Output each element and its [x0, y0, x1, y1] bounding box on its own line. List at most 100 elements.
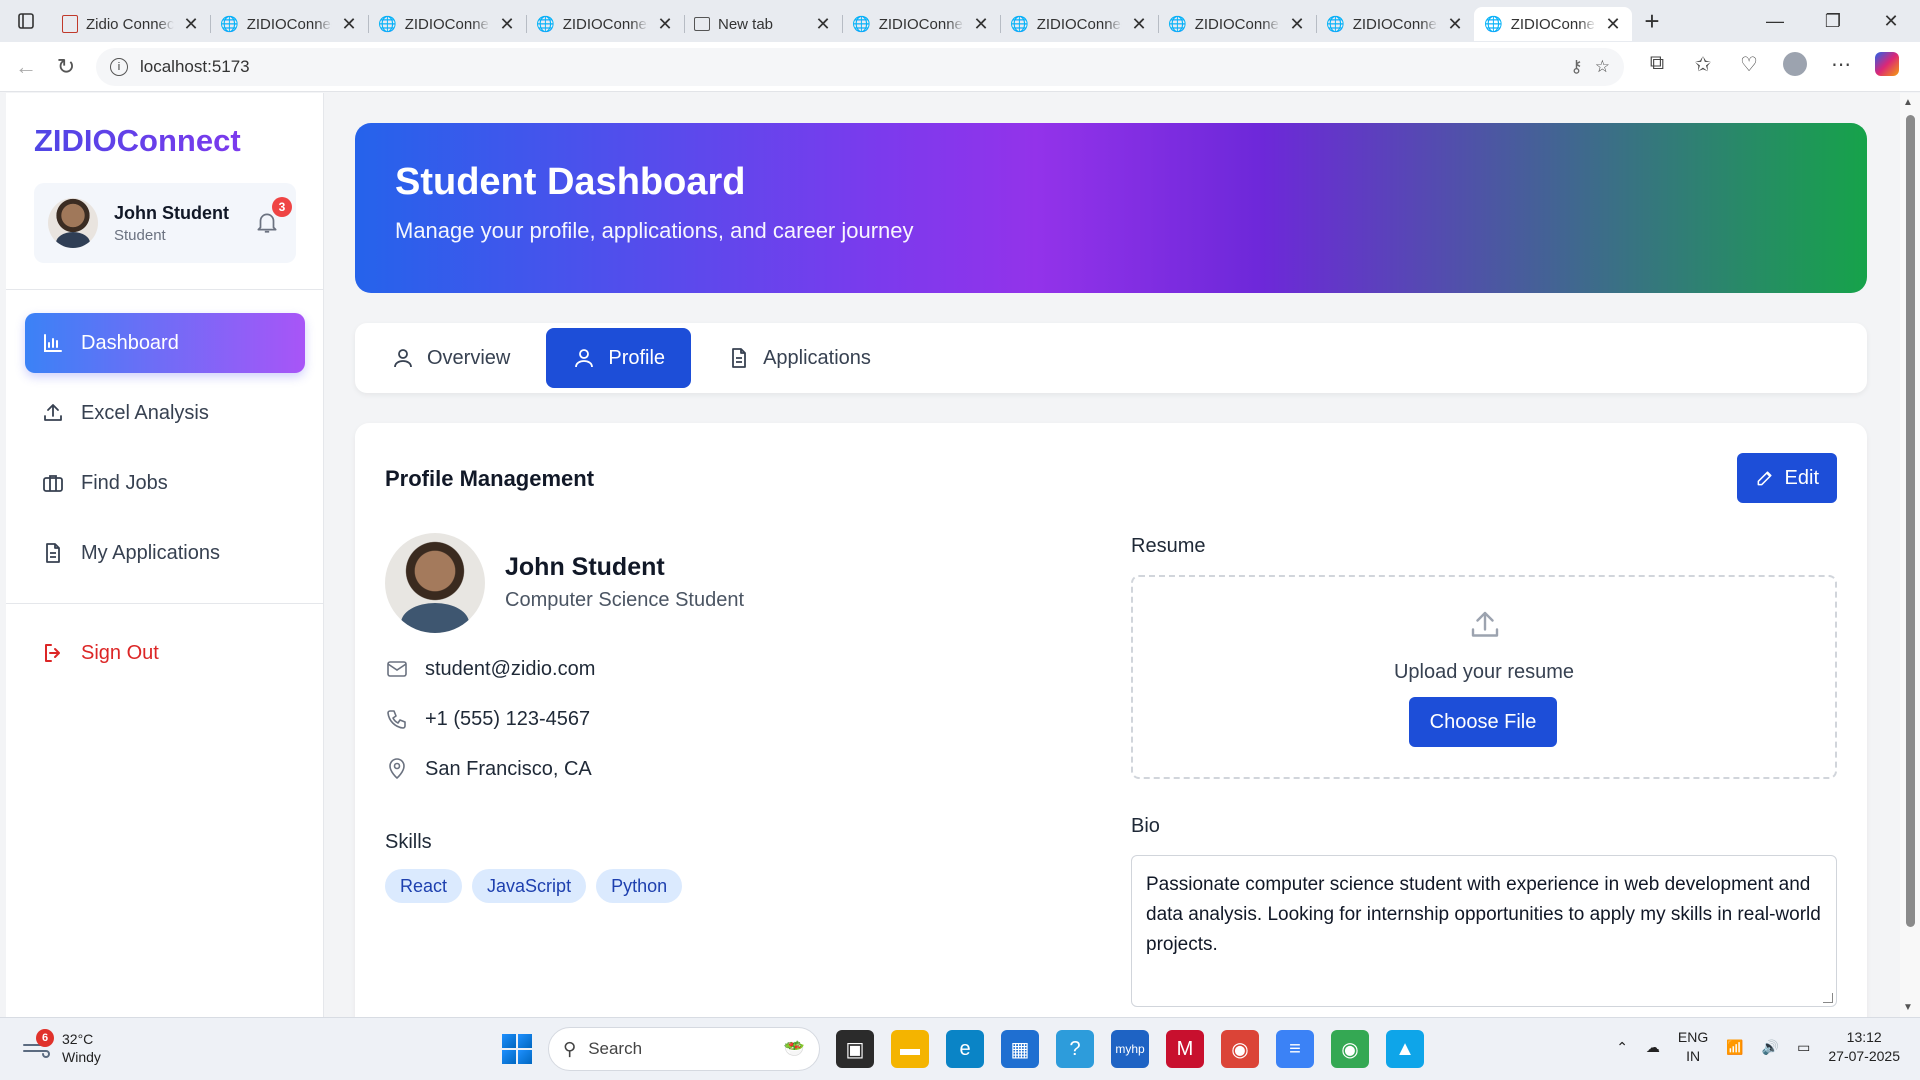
bio-textarea[interactable]: Passionate computer science student with…: [1131, 855, 1837, 1007]
sidebar: ZIDIOConnect John Student Student 3 Dash…: [6, 93, 324, 1017]
close-window-icon[interactable]: ✕: [1862, 11, 1920, 32]
tab-applications[interactable]: Applications: [701, 328, 897, 388]
chrome-icon[interactable]: ◉: [1221, 1030, 1259, 1068]
more-menu-icon[interactable]: ⋯: [1822, 52, 1860, 82]
browser-tab[interactable]: 🌐 ZIDIOConnect ✕: [526, 7, 684, 41]
taskbar-apps: ▣ ▬ e ▦ ? myhp M ◉ ≡ ◉ ▲: [836, 1030, 1424, 1068]
bar-chart-icon: [44, 334, 62, 352]
tab-title: ZIDIOConnect: [404, 15, 490, 33]
tab-actions-button[interactable]: [0, 0, 52, 42]
key-icon[interactable]: ⚷: [1570, 57, 1582, 77]
info-icon[interactable]: i: [110, 57, 128, 76]
close-tab-icon[interactable]: ✕: [182, 14, 200, 35]
tab-overview[interactable]: Overview: [365, 328, 536, 388]
sidebar-item-label: Excel Analysis: [81, 401, 209, 424]
language-code: ENG: [1677, 1029, 1709, 1045]
browser-tab[interactable]: 🌐 ZIDIOConnect ✕: [368, 7, 526, 41]
sidebar-item-find-jobs[interactable]: Find Jobs: [25, 453, 305, 513]
task-view-icon[interactable]: ▣: [836, 1030, 874, 1068]
favorites-icon[interactable]: ✩: [1684, 52, 1722, 82]
globe-icon: 🌐: [1484, 16, 1503, 33]
volume-icon[interactable]: 🔊: [1762, 1039, 1779, 1056]
sidebar-item-my-applications[interactable]: My Applications: [25, 523, 305, 583]
extensions-icon[interactable]: ⧉: [1638, 52, 1676, 82]
maximize-icon[interactable]: ❐: [1804, 11, 1862, 32]
resize-handle-icon[interactable]: [1823, 993, 1833, 1003]
edit-button[interactable]: Edit: [1736, 453, 1837, 503]
sidebar-item-dashboard[interactable]: Dashboard: [25, 313, 305, 373]
browser-tab-active[interactable]: 🌐 ZIDIOConnect ✕: [1474, 7, 1632, 41]
browser-tab[interactable]: New tab ✕: [684, 7, 842, 41]
profile-avatar-icon[interactable]: [1776, 51, 1814, 82]
weather-temp: 32°C: [62, 1031, 94, 1047]
clock[interactable]: 13:12 27-07-2025: [1828, 1028, 1900, 1066]
close-tab-icon[interactable]: ✕: [1288, 14, 1306, 35]
globe-icon: 🌐: [1168, 16, 1187, 33]
chrome-profile-icon[interactable]: ◉: [1331, 1030, 1369, 1068]
user-icon: [575, 349, 594, 368]
close-tab-icon[interactable]: ✕: [498, 14, 516, 35]
file-explorer-icon[interactable]: ▬: [891, 1030, 929, 1068]
url-field[interactable]: i localhost:5173 ⚷ ☆: [96, 47, 1624, 86]
sign-out-button[interactable]: Sign Out: [25, 623, 305, 683]
close-tab-icon[interactable]: ✕: [1130, 14, 1148, 35]
sidebar-item-excel-analysis[interactable]: Excel Analysis: [25, 383, 305, 443]
taskbar-search[interactable]: ⚲ Search 🥗: [548, 1027, 820, 1071]
scrollbar-thumb[interactable]: [1906, 115, 1915, 927]
new-tab-button[interactable]: +: [1632, 6, 1672, 37]
sidebar-item-label: Dashboard: [81, 331, 179, 354]
close-tab-icon[interactable]: ✕: [814, 14, 832, 35]
close-tab-icon[interactable]: ✕: [340, 14, 358, 35]
browser-tab[interactable]: 🌐 ZIDIOConnect ✕: [1316, 7, 1474, 41]
wifi-icon[interactable]: 📶: [1726, 1039, 1743, 1056]
page-scrollbar[interactable]: ▲ ▼: [1900, 93, 1920, 1017]
windows-start-icon[interactable]: [502, 1034, 532, 1064]
browser-tab[interactable]: 🌐 ZIDIOConnect ✕: [842, 7, 1000, 41]
tab-profile[interactable]: Profile: [546, 328, 692, 388]
onedrive-icon[interactable]: ☁: [1646, 1039, 1660, 1056]
address-bar: ← ↻ i localhost:5173 ⚷ ☆ ⧉ ✩ ♡ ⋯: [0, 42, 1920, 92]
tab-label: Applications: [763, 346, 871, 369]
scroll-down-icon[interactable]: ▼: [1903, 1002, 1913, 1013]
sign-out-icon: [45, 644, 60, 662]
back-icon[interactable]: ←: [6, 54, 46, 80]
myhp-icon[interactable]: myhp: [1111, 1030, 1149, 1068]
notifications-button[interactable]: 3: [254, 197, 292, 237]
close-tab-icon[interactable]: ✕: [1446, 14, 1464, 35]
language-indicator[interactable]: ENG IN: [1678, 1028, 1708, 1066]
document-icon: [46, 543, 60, 563]
browser-tab[interactable]: Zidio Connect ✕: [52, 7, 210, 41]
reload-icon[interactable]: ↻: [46, 54, 86, 80]
microsoft-store-icon[interactable]: ▦: [1001, 1030, 1039, 1068]
edge-browser-icon[interactable]: e: [946, 1030, 984, 1068]
sidebar-item-label: My Applications: [81, 541, 220, 564]
brand-logo[interactable]: ZIDIOConnect: [34, 123, 241, 159]
close-tab-icon[interactable]: ✕: [656, 14, 674, 35]
pencil-icon: [1757, 471, 1772, 486]
mcafee-icon[interactable]: M: [1166, 1030, 1204, 1068]
tab-title: New tab: [718, 15, 774, 33]
map-pin-icon: [389, 758, 405, 780]
close-tab-icon[interactable]: ✕: [1604, 14, 1622, 35]
notepad-icon[interactable]: ≡: [1276, 1030, 1314, 1068]
choose-file-button[interactable]: Choose File: [1409, 697, 1557, 747]
tab-title: ZIDIOConnect: [878, 15, 964, 33]
chevron-up-icon[interactable]: ⌃: [1616, 1039, 1628, 1056]
clock-date: 27-07-2025: [1828, 1048, 1900, 1064]
close-tab-icon[interactable]: ✕: [972, 14, 990, 35]
health-icon[interactable]: ♡: [1730, 52, 1768, 82]
help-icon[interactable]: ?: [1056, 1030, 1094, 1068]
minimize-icon[interactable]: —: [1746, 11, 1804, 32]
url-text[interactable]: localhost:5173: [140, 57, 1558, 77]
browser-tab[interactable]: 🌐 ZIDIOConnect ✕: [210, 7, 368, 41]
weather-widget[interactable]: 6 32°C Windy: [22, 1029, 101, 1066]
system-tray: ⌃ ☁ ENG IN 📶 🔊 ▭ 13:12 27-07-2025: [1616, 1028, 1900, 1066]
browser-tab[interactable]: 🌐 ZIDIOConnect ✕: [1000, 7, 1158, 41]
browser-tab[interactable]: 🌐 ZIDIOConnect ✕: [1158, 7, 1316, 41]
scroll-up-icon[interactable]: ▲: [1903, 97, 1913, 108]
copilot-icon[interactable]: [1868, 51, 1906, 82]
battery-icon[interactable]: ▭: [1797, 1039, 1810, 1056]
resume-dropzone[interactable]: Upload your resume Choose File: [1131, 575, 1837, 779]
favorite-star-icon[interactable]: ☆: [1595, 57, 1610, 77]
photos-icon[interactable]: ▲: [1386, 1030, 1424, 1068]
